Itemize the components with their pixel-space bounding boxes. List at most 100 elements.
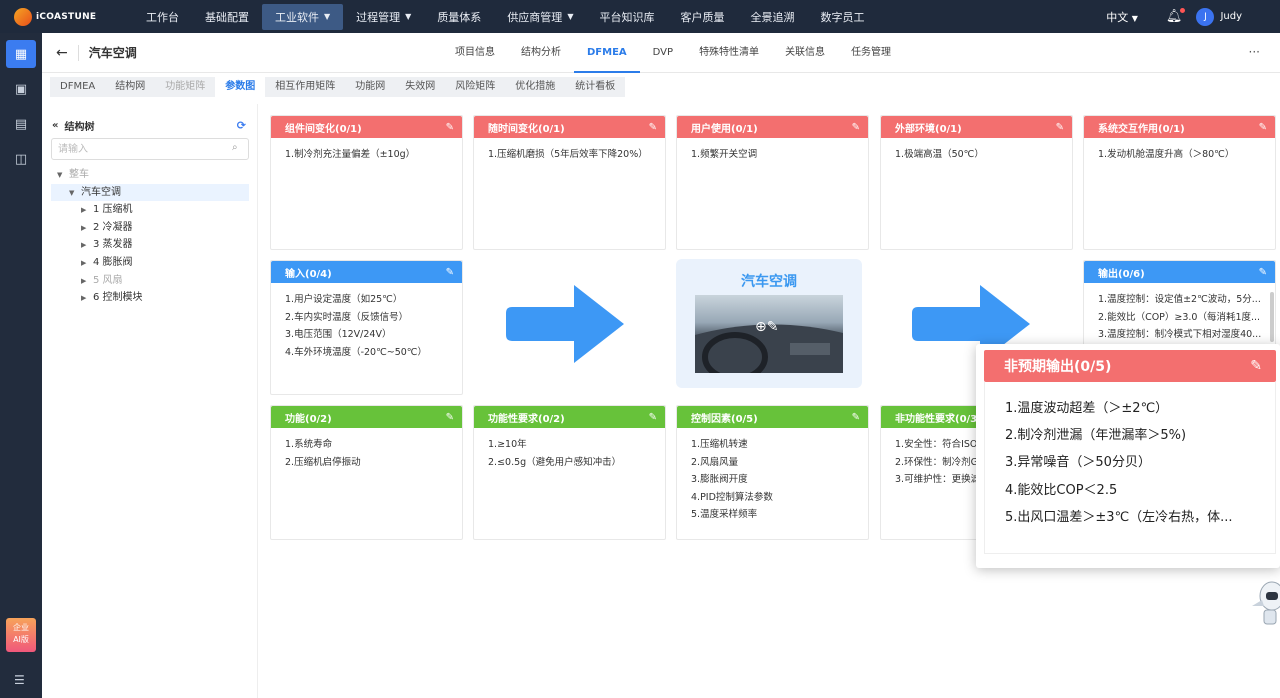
- edit-icon[interactable]: ✎: [649, 412, 657, 423]
- card-item: 2.≤0.5g（避免用户感知冲击）: [488, 456, 622, 468]
- tab-0[interactable]: 项目信息: [442, 33, 508, 73]
- caret-right-icon[interactable]: ▶: [81, 255, 93, 273]
- tree-node-label: 5 风扇: [93, 274, 123, 286]
- tree-node[interactable]: ▶ 5 风扇: [51, 272, 249, 290]
- edit-icon[interactable]: ✎: [852, 412, 860, 423]
- top-menu-item[interactable]: 过程管理 ▼: [343, 0, 424, 33]
- top-menu-item[interactable]: 质量体系: [424, 0, 494, 33]
- subtab-7[interactable]: 风险矩阵: [445, 77, 505, 97]
- subtab-9[interactable]: 统计看板: [565, 77, 625, 97]
- subtab-6[interactable]: 失效网: [395, 77, 445, 97]
- top-navigation-bar: iCOASTUNE 工作台 基础配置 工业软件 ▼ 过程管理 ▼ 质量体系 供应商管理 ▼ 平台知…: [0, 0, 1280, 33]
- edit-icon[interactable]: ✎: [446, 412, 454, 423]
- card-items: 1.系统寿命 2.压缩机启停振动: [271, 428, 462, 471]
- top-menu-item[interactable]: 数字员工: [807, 0, 877, 33]
- edit-icon[interactable]: ✎: [852, 122, 860, 133]
- top-menu-item[interactable]: 供应商管理 ▼: [494, 0, 586, 33]
- card-item: 1.频繁开关空调: [691, 149, 758, 160]
- subtab-4[interactable]: 相互作用矩阵: [265, 77, 345, 97]
- chevron-down-icon: ▼: [1131, 13, 1138, 23]
- system-image[interactable]: ⊕✎: [695, 295, 843, 373]
- edit-icon[interactable]: ✎: [446, 122, 454, 133]
- zoom-edit-icon[interactable]: ⊕✎: [755, 319, 778, 335]
- tree-node[interactable]: ▶ 2 冷凝器: [51, 219, 249, 237]
- subtab-2[interactable]: 功能矩阵: [155, 77, 215, 97]
- chevron-down-icon: ▼: [405, 12, 412, 21]
- caret-right-icon[interactable]: ▶: [81, 220, 93, 238]
- subtab-5[interactable]: 功能网: [345, 77, 395, 97]
- chevron-down-icon: ▼: [324, 12, 331, 21]
- tree-node[interactable]: ▶ 3 蒸发器: [51, 236, 249, 254]
- tab-5[interactable]: 关联信息: [772, 33, 838, 73]
- tab-2[interactable]: DFMEA: [574, 33, 640, 73]
- edit-icon[interactable]: ✎: [1250, 358, 1262, 374]
- top-menu-label: 平台知识库: [599, 10, 655, 24]
- tree-node[interactable]: ▶ 4 膨胀阀: [51, 254, 249, 272]
- edit-icon[interactable]: ✎: [1259, 267, 1267, 278]
- structure-tree: ▼ 整车 ▼ 汽车空调 ▶ 1 压缩机 ▶ 2 冷凝器 ▶ 3 蒸发器 ▶ 4 膨胀阀 ▶ 5 风扇 ▶ 6 …: [51, 166, 249, 307]
- back-arrow-icon[interactable]: ←: [56, 45, 68, 61]
- card-item: 1.制冷剂充注量偏差（±10g）: [285, 149, 416, 160]
- caret-right-icon[interactable]: ▶: [81, 237, 93, 255]
- caret-right-icon[interactable]: ▶: [81, 273, 93, 291]
- subtab-1[interactable]: 结构网: [105, 77, 155, 97]
- collapse-menu-icon[interactable]: ☰: [14, 673, 25, 687]
- system-center-node[interactable]: 汽车空调 ⊕✎: [676, 259, 862, 388]
- subtab-8[interactable]: 优化措施: [505, 77, 565, 97]
- project-tabs: 项目信息 结构分析 DFMEA DVP 特殊特性清单 关联信息 任务管理: [442, 33, 904, 73]
- caret-down-icon[interactable]: ▼: [69, 185, 81, 203]
- tree-node[interactable]: ▼ 整车: [51, 166, 249, 184]
- sidebar-dashboard-icon[interactable]: ▦: [6, 40, 36, 68]
- tab-1[interactable]: 结构分析: [508, 33, 574, 73]
- top-menu-item[interactable]: 工作台: [133, 0, 192, 33]
- tab-4[interactable]: 特殊特性清单: [686, 33, 772, 73]
- edit-icon[interactable]: ✎: [446, 267, 454, 278]
- subtab-3[interactable]: 参数图: [215, 77, 266, 97]
- tree-node-label: 1 压缩机: [93, 204, 133, 216]
- popup-body: 1.温度波动超差（＞±2℃） 2.制冷剂泄漏（年泄漏率＞5%) 3.异常噪音（＞50…: [984, 382, 1276, 554]
- sidebar-inbox-icon[interactable]: ▣: [6, 75, 36, 103]
- search-icon[interactable]: ⌕: [232, 142, 238, 153]
- tree-search-input[interactable]: [51, 138, 249, 160]
- input-flow-arrow: [506, 285, 624, 363]
- card-items: 1.极端高温（50℃）: [881, 138, 1072, 164]
- notification-bell-icon[interactable]: 🔔︎: [1166, 8, 1185, 24]
- popup-title: 非预期输出(0/5): [1004, 359, 1112, 375]
- assistant-robot-icon[interactable]: [1248, 566, 1280, 628]
- output-scrollbar[interactable]: [1270, 292, 1274, 342]
- tree-node[interactable]: ▶ 6 控制模块: [51, 289, 249, 307]
- top-menu-item[interactable]: 全景追溯: [737, 0, 807, 33]
- card-title: 控制因素(0/5): [691, 413, 758, 425]
- parameter-card: 组件间变化(0/1) ✎ 1.制冷剂充注量偏差（±10g）: [270, 115, 463, 250]
- caret-right-icon[interactable]: ▶: [81, 202, 93, 220]
- tree-node[interactable]: ▼ 汽车空调: [51, 183, 249, 203]
- top-menu-label: 数字员工: [820, 10, 865, 24]
- page-title: 汽车空调: [88, 46, 137, 60]
- edit-icon[interactable]: ✎: [649, 122, 657, 133]
- collapse-panel-icon[interactable]: «: [52, 120, 58, 131]
- tree-node[interactable]: ▶ 1 压缩机: [51, 201, 249, 219]
- sidebar-apps-icon[interactable]: ◫: [6, 145, 36, 173]
- caret-down-icon[interactable]: ▼: [57, 167, 69, 185]
- enterprise-ai-badge[interactable]: 企业 AI版: [6, 618, 36, 652]
- card-title: 非功能性要求(0/3): [895, 413, 982, 425]
- tab-3[interactable]: DVP: [640, 33, 686, 73]
- edit-icon[interactable]: ✎: [1056, 122, 1064, 133]
- top-menu-item[interactable]: 客户质量: [667, 0, 737, 33]
- tab-6[interactable]: 任务管理: [838, 33, 904, 73]
- top-menu-item[interactable]: 平台知识库: [586, 0, 667, 33]
- edit-icon[interactable]: ✎: [1259, 122, 1267, 133]
- card-items: 1.压缩机磨损（5年后效率下降20%）: [474, 138, 665, 164]
- parameter-card: 随时间变化(0/1) ✎ 1.压缩机磨损（5年后效率下降20%）: [473, 115, 666, 250]
- more-options-icon[interactable]: ···: [1249, 45, 1260, 59]
- subtab-0[interactable]: DFMEA: [50, 77, 105, 97]
- logo[interactable]: iCOASTUNE: [0, 0, 100, 33]
- language-selector[interactable]: 中文 ▼: [1106, 9, 1138, 25]
- top-menu-item[interactable]: 工业软件 ▼: [262, 3, 344, 30]
- refresh-icon[interactable]: ⟳: [237, 119, 246, 132]
- sidebar-library-icon[interactable]: ▤: [6, 110, 36, 138]
- top-menu-item[interactable]: 基础配置: [192, 0, 262, 33]
- user-name[interactable]: Judy: [1220, 11, 1242, 22]
- avatar[interactable]: J: [1196, 7, 1215, 26]
- caret-right-icon[interactable]: ▶: [81, 290, 93, 308]
